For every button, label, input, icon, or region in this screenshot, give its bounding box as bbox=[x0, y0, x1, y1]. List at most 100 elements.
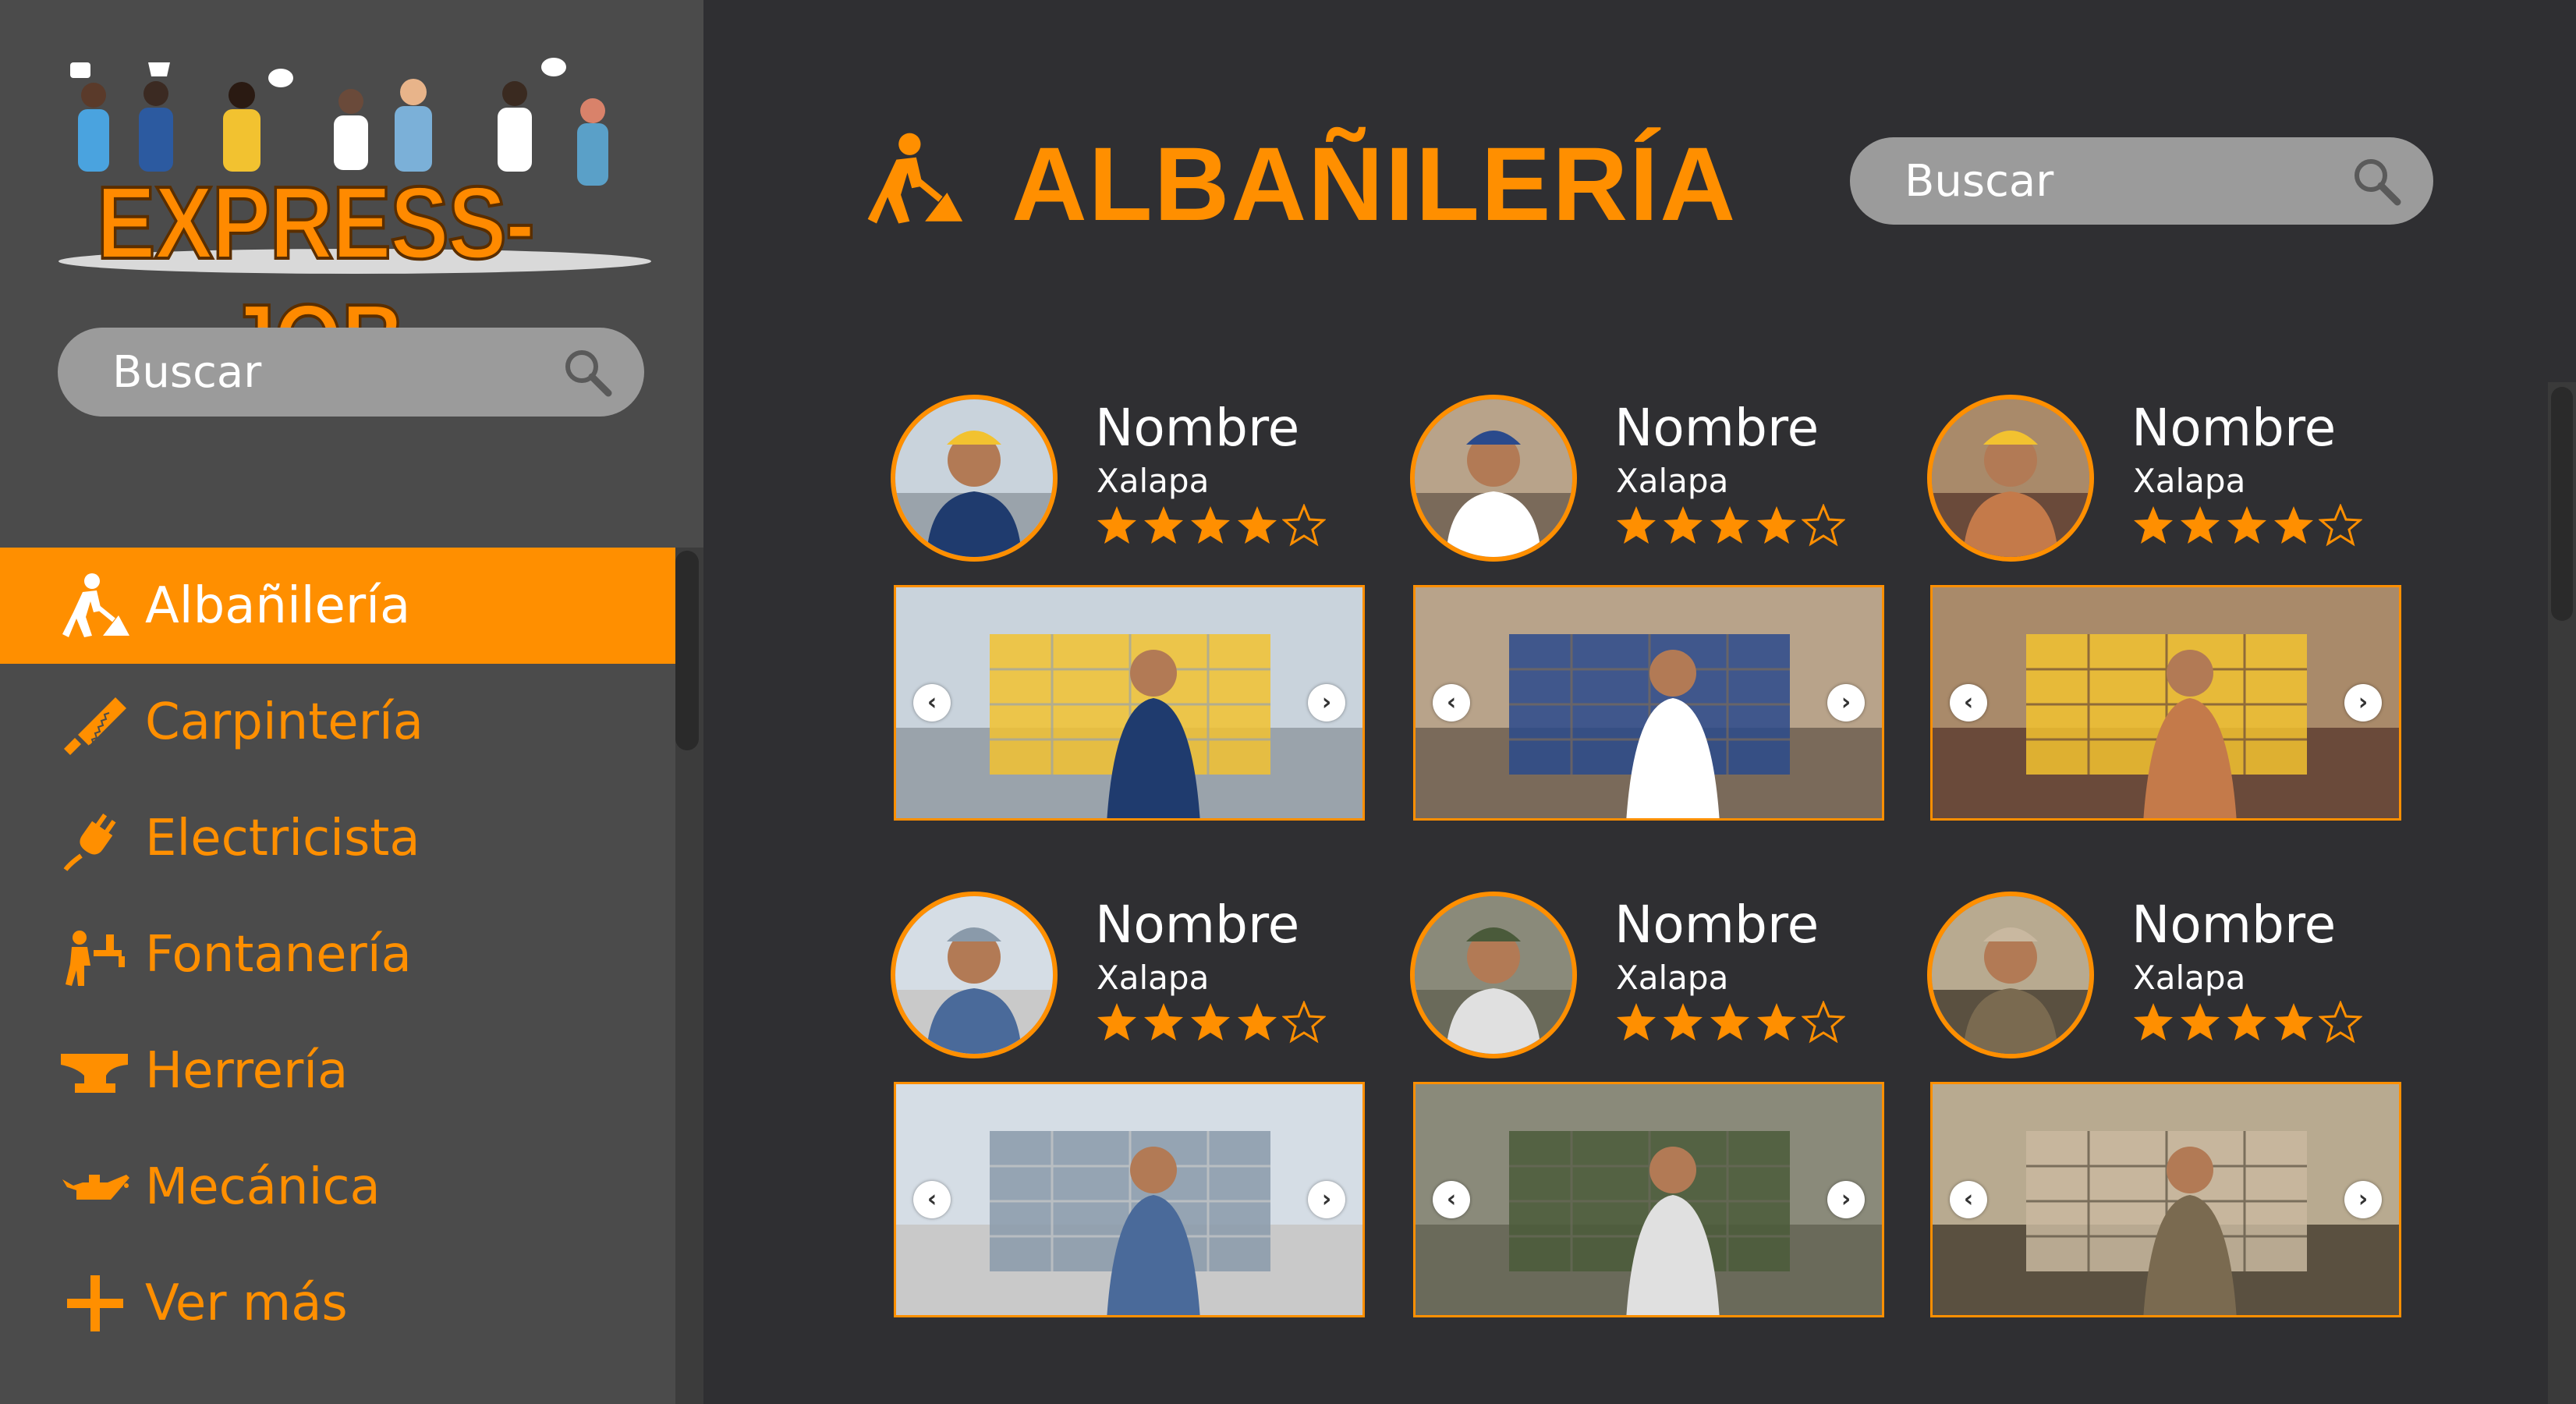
sidebar-item-label: Albañilería bbox=[145, 576, 411, 635]
worker-name[interactable]: Nombre bbox=[1095, 398, 1299, 458]
carousel-prev-button[interactable]: ‹ bbox=[1433, 1181, 1470, 1218]
star-rating bbox=[1095, 1001, 1326, 1051]
chevron-right-icon: › bbox=[1841, 1186, 1851, 1213]
worker-card[interactable]: Nombre Xalapa ‹ › bbox=[891, 395, 1366, 831]
star-filled-icon bbox=[2181, 506, 2220, 544]
worker-city: Xalapa bbox=[1616, 462, 1729, 500]
worker-card[interactable]: Nombre Xalapa ‹ › bbox=[1410, 395, 1886, 831]
work-photo-carousel[interactable]: ‹ › bbox=[1930, 585, 2401, 821]
worker-avatar[interactable] bbox=[1410, 395, 1577, 562]
worker-city: Xalapa bbox=[2133, 959, 2246, 997]
star-empty-icon bbox=[1282, 1001, 1326, 1044]
sidebar-item-ver-mas[interactable]: Ver más bbox=[0, 1245, 675, 1361]
star-rating bbox=[1614, 1001, 1845, 1051]
sidebar-item-label: Fontanería bbox=[145, 925, 412, 984]
oil-can-icon bbox=[62, 1174, 129, 1200]
worker-name[interactable]: Nombre bbox=[1614, 895, 1819, 955]
chevron-left-icon: ‹ bbox=[1963, 1186, 1974, 1213]
work-photo-carousel[interactable]: ‹ › bbox=[1413, 1082, 1884, 1317]
worker-card[interactable]: Nombre Xalapa ‹ › bbox=[1410, 892, 1886, 1328]
sidebar-search-input[interactable]: Buscar bbox=[58, 328, 644, 417]
carousel-next-button[interactable]: › bbox=[2344, 684, 2382, 722]
work-photo bbox=[896, 587, 1362, 818]
star-empty-icon bbox=[1802, 504, 1845, 547]
category-nav: Albañilería Carpintería Electricista Fon… bbox=[0, 548, 675, 1361]
chevron-right-icon: › bbox=[2358, 1186, 2369, 1213]
plug-icon bbox=[63, 813, 116, 871]
work-photo-carousel[interactable]: ‹ › bbox=[894, 585, 1365, 821]
work-photo bbox=[1933, 587, 2399, 818]
sidebar-item-fontaneria[interactable]: Fontanería bbox=[0, 896, 675, 1012]
work-photo bbox=[1416, 1084, 1882, 1315]
sidebar-item-label: Carpintería bbox=[145, 693, 423, 751]
star-empty-icon bbox=[2319, 504, 2362, 547]
star-filled-icon bbox=[1191, 506, 1230, 544]
carousel-prev-button[interactable]: ‹ bbox=[1950, 1181, 1987, 1218]
plumber-icon bbox=[66, 930, 125, 986]
search-placeholder: Buscar bbox=[112, 346, 262, 398]
star-filled-icon bbox=[1238, 506, 1277, 544]
worker-name[interactable]: Nombre bbox=[2131, 398, 2336, 458]
main-search-input[interactable]: Buscar bbox=[1850, 137, 2433, 225]
carousel-prev-button[interactable]: ‹ bbox=[1433, 684, 1470, 722]
star-filled-icon bbox=[2274, 506, 2313, 544]
carousel-next-button[interactable]: › bbox=[2344, 1181, 2382, 1218]
worker-city: Xalapa bbox=[1097, 462, 1210, 500]
carousel-prev-button[interactable]: ‹ bbox=[913, 684, 951, 722]
main-content: ALBAÑILERÍA Buscar Nombre Xalapa ‹ › Nom… bbox=[703, 0, 2576, 1404]
sidebar-item-carpinteria[interactable]: Carpintería bbox=[0, 664, 675, 780]
worker-card[interactable]: Nombre Xalapa ‹ › bbox=[1927, 892, 2403, 1328]
sidebar-scrollbar-thumb[interactable] bbox=[675, 551, 699, 750]
chevron-left-icon: ‹ bbox=[1963, 689, 1974, 716]
carousel-prev-button[interactable]: ‹ bbox=[1950, 684, 1987, 722]
chevron-left-icon: ‹ bbox=[927, 689, 937, 716]
carousel-prev-button[interactable]: ‹ bbox=[913, 1181, 951, 1218]
chevron-left-icon: ‹ bbox=[927, 1186, 937, 1213]
carousel-next-button[interactable]: › bbox=[1308, 684, 1345, 722]
work-photo-carousel[interactable]: ‹ › bbox=[1930, 1082, 2401, 1317]
sidebar-item-herreria[interactable]: Herrería bbox=[0, 1012, 675, 1129]
worker-city: Xalapa bbox=[2133, 462, 2246, 500]
search-icon[interactable] bbox=[560, 345, 615, 399]
search-placeholder: Buscar bbox=[1905, 155, 2054, 207]
star-empty-icon bbox=[2319, 1001, 2362, 1044]
star-filled-icon bbox=[1757, 506, 1796, 544]
worker-name[interactable]: Nombre bbox=[2131, 895, 2336, 955]
anvil-icon bbox=[61, 1053, 128, 1093]
worker-avatar[interactable] bbox=[1927, 395, 2094, 562]
work-photo-carousel[interactable]: ‹ › bbox=[894, 1082, 1365, 1317]
star-filled-icon bbox=[1097, 1003, 1136, 1041]
worker-name[interactable]: Nombre bbox=[1095, 895, 1299, 955]
sidebar-item-mecanica[interactable]: Mecánica bbox=[0, 1129, 675, 1245]
carousel-next-button[interactable]: › bbox=[1308, 1181, 1345, 1218]
page-title: ALBAÑILERÍA bbox=[1012, 126, 1738, 243]
work-photo-carousel[interactable]: ‹ › bbox=[1413, 585, 1884, 821]
worker-avatar[interactable] bbox=[1927, 892, 2094, 1058]
star-filled-icon bbox=[2181, 1003, 2220, 1041]
sidebar-item-electricista[interactable]: Electricista bbox=[0, 780, 675, 896]
carousel-next-button[interactable]: › bbox=[1827, 684, 1865, 722]
star-filled-icon bbox=[1144, 1003, 1183, 1041]
worker-card[interactable]: Nombre Xalapa ‹ › bbox=[1927, 395, 2403, 831]
star-filled-icon bbox=[1710, 1003, 1749, 1041]
saw-icon bbox=[64, 697, 126, 755]
star-rating bbox=[2131, 1001, 2362, 1051]
worker-avatar[interactable] bbox=[1410, 892, 1577, 1058]
search-icon[interactable] bbox=[2349, 154, 2404, 208]
main-scrollbar-thumb[interactable] bbox=[2551, 387, 2573, 621]
work-photo bbox=[1933, 1084, 2399, 1315]
star-filled-icon bbox=[2134, 506, 2173, 544]
worker-card[interactable]: Nombre Xalapa ‹ › bbox=[891, 892, 1366, 1328]
star-filled-icon bbox=[1191, 1003, 1230, 1041]
sidebar-item-label: Herrería bbox=[145, 1041, 349, 1100]
worker-avatar[interactable] bbox=[891, 892, 1058, 1058]
sidebar-item-label: Ver más bbox=[145, 1274, 348, 1332]
sidebar-item-albanileria[interactable]: Albañilería bbox=[0, 548, 675, 664]
express-job-logo[interactable]: EXPRESS-JOB bbox=[47, 47, 663, 399]
worker-avatar[interactable] bbox=[891, 395, 1058, 562]
carousel-next-button[interactable]: › bbox=[1827, 1181, 1865, 1218]
sidebar: EXPRESS-JOB Buscar Albañilería Carpinter bbox=[0, 0, 703, 1404]
star-filled-icon bbox=[1617, 1003, 1656, 1041]
chevron-left-icon: ‹ bbox=[1446, 689, 1457, 716]
worker-name[interactable]: Nombre bbox=[1614, 398, 1819, 458]
